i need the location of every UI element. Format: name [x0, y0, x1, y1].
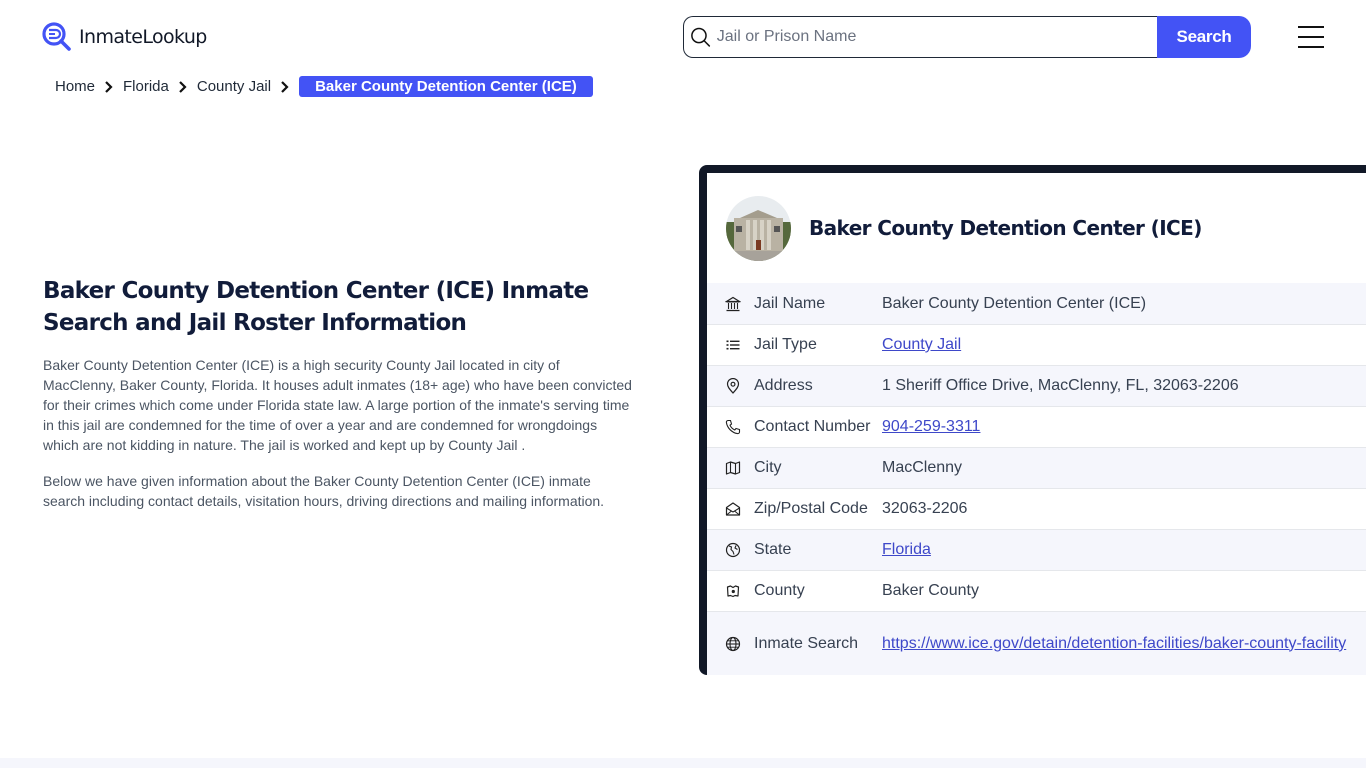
breadcrumb: Home Florida County Jail Baker County De… [55, 76, 593, 97]
hamburger-menu-icon[interactable] [1298, 26, 1324, 48]
info-row-jail-name: Jail Name Baker County Detention Center … [707, 283, 1366, 324]
logo-magnifier-icon [42, 22, 71, 51]
list-icon [726, 340, 740, 350]
row-label: Jail Type [754, 336, 817, 353]
row-label: County [754, 582, 805, 599]
breadcrumb-home[interactable]: Home [55, 78, 95, 95]
jail-photo [726, 195, 791, 261]
breadcrumb-county-jail[interactable]: County Jail [197, 78, 271, 95]
map-icon [725, 461, 741, 475]
globe-state-icon [725, 542, 741, 558]
info-row-jail-type: Jail Type County Jail [707, 324, 1366, 365]
info-row-city: City MacClenny [707, 447, 1366, 488]
menu-line [1298, 26, 1324, 28]
row-label: State [754, 541, 792, 558]
search-icon [691, 27, 711, 47]
search-input[interactable] [716, 28, 1157, 46]
intro-section: Baker County Detention Center (ICE) Inma… [43, 275, 633, 511]
row-label: Contact Number [754, 418, 871, 435]
menu-line [1298, 46, 1324, 48]
row-value: Baker County Detention Center (ICE) [882, 294, 1147, 312]
search-button[interactable]: Search [1157, 16, 1251, 58]
info-row-state: State Florida [707, 529, 1366, 570]
logo[interactable]: InmateLookup [42, 22, 207, 52]
row-value: Baker County [882, 582, 979, 599]
card-header: Baker County Detention Center (ICE) [707, 173, 1366, 283]
logo-text: InmateLookup [79, 26, 207, 48]
search-field [683, 16, 1157, 58]
search-bar: Search [683, 16, 1251, 58]
card-title: Baker County Detention Center (ICE) [809, 216, 1202, 240]
county-map-icon [726, 585, 740, 598]
chevron-right-icon [179, 80, 187, 93]
page-title: Baker County Detention Center (ICE) Inma… [43, 278, 589, 336]
row-label: Zip/Postal Code [754, 500, 868, 517]
info-row-address: Address 1 Sheriff Office Drive, MacClenn… [707, 365, 1366, 406]
row-label: City [754, 459, 782, 476]
row-label: Address [754, 377, 813, 394]
globe-icon [725, 636, 741, 651]
footer-strip [0, 758, 1366, 768]
menu-line [1298, 36, 1324, 38]
jail-info-card: Baker County Detention Center (ICE) Jail… [699, 165, 1366, 675]
row-value: 32063-2206 [882, 500, 968, 517]
row-value: 1 Sheriff Office Drive, MacClenny, FL, 3… [882, 377, 1239, 394]
phone-icon [725, 419, 741, 435]
map-pin-icon [726, 378, 740, 394]
mail-open-icon [725, 502, 741, 516]
chevron-right-icon [281, 80, 289, 93]
info-row-zip: Zip/Postal Code 32063-2206 [707, 488, 1366, 529]
inmate-search-link[interactable]: https://www.ice.gov/detain/detention-fac… [882, 632, 1362, 656]
breadcrumb-current: Baker County Detention Center (ICE) [299, 76, 593, 97]
bank-icon [725, 296, 741, 311]
info-row-contact-number: Contact Number 904-259-3311 [707, 406, 1366, 447]
intro-paragraph: Below we have given information about th… [43, 473, 605, 509]
chevron-right-icon [105, 80, 113, 93]
info-table: Jail Name Baker County Detention Center … [707, 283, 1366, 675]
row-label: Inmate Search [754, 634, 859, 652]
row-value: MacClenny [882, 459, 963, 476]
jail-type-link[interactable]: County Jail [882, 336, 961, 354]
intro-paragraph: Baker County Detention Center (ICE) is a… [43, 357, 632, 453]
breadcrumb-florida[interactable]: Florida [123, 78, 169, 95]
info-row-county: County Baker County [707, 570, 1366, 611]
info-row-inmate-search: Inmate Search https://www.ice.gov/detain… [707, 611, 1366, 675]
phone-link[interactable]: 904-259-3311 [882, 418, 980, 436]
row-label: Jail Name [754, 294, 826, 312]
state-link[interactable]: Florida [882, 541, 931, 559]
